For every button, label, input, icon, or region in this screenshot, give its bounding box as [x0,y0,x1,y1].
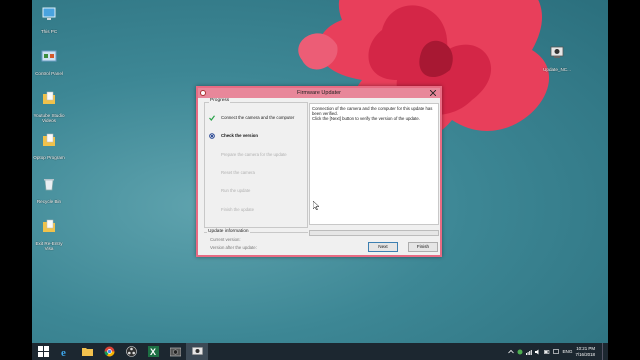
dialog-title: Firmware Updater [296,90,341,96]
desktop-icon-label: This PC [40,29,58,34]
this-pc-icon [42,7,56,20]
current-step-icon [209,133,215,139]
system-tray: ENG 10:21 PM 7/16/2018 [508,343,606,360]
taskbar-clock[interactable]: 10:21 PM 7/16/2018 [575,346,595,356]
next-button[interactable]: Next [368,242,398,252]
taskbar-file-explorer[interactable] [76,343,98,360]
action-center-icon[interactable] [553,348,560,355]
message-line: Click the [Next] button to verify the ve… [312,116,420,121]
taskbar-obs[interactable] [120,343,142,360]
updater-app-icon [550,46,564,58]
language-indicator[interactable]: ENG [562,349,572,354]
clock-date: 7/16/2018 [575,351,595,357]
clock-time: 10:21 PM [576,346,595,352]
finish-button[interactable]: Finish [408,242,438,252]
taskbar-firmware-updater[interactable] [186,343,208,360]
letterbox-left [0,0,32,360]
desktop-icon-label: Youtube Studio Videos [33,113,65,124]
obs-icon [125,346,137,357]
letterbox-right [608,0,640,360]
show-desktop-button[interactable] [602,343,606,360]
update-information-group: Update information Current version: Vers… [204,229,308,254]
step-label: Connect the camera and the computer [221,115,295,120]
battery-icon[interactable] [544,349,550,355]
taskbar-excel[interactable]: X [142,343,164,360]
desktop-icon-optop-folder[interactable]: Optop Program [32,132,66,160]
desktop-icon-label: Control Panel [35,71,63,76]
chrome-icon [104,346,114,357]
recycle-bin-icon [44,179,54,191]
network-icon[interactable] [526,349,533,355]
version-after-label: Version after the update: [210,245,257,250]
taskbar-ie[interactable]: e [54,343,76,360]
step-label: Finish the update [221,207,254,212]
update-info-title: Update information [207,229,250,234]
taskbar-camera-app[interactable] [164,343,186,360]
dialog-titlebar[interactable]: Firmware Updater [198,88,440,98]
update-progress-bar [309,230,439,236]
desktop-icon-visa-folder[interactable]: Exit Re-Entry Visa [32,218,66,252]
checkmark-icon [209,115,215,121]
folder-icon [43,91,55,104]
taskbar-chrome[interactable] [98,343,120,360]
step-label: Check the version [221,133,259,138]
step-label: Prepare the camera for the update [221,152,287,157]
tray-app-icon[interactable] [517,349,523,355]
svg-text:e: e [61,347,66,357]
excel-icon: X [147,346,159,357]
updater-app-icon [191,347,203,355]
progress-group: Progress Connect the camera and the comp… [204,98,308,228]
message-box: Connection of the camera and the compute… [309,103,439,225]
svg-text:X: X [150,347,156,357]
current-version-label: Current version: [210,237,241,242]
folder-icon [43,133,55,146]
step-label: Run the update [221,188,251,193]
desktop-icon-recycle-bin[interactable]: Recycle Bin [32,176,66,204]
start-button[interactable] [32,343,54,360]
firmware-updater-dialog: Firmware Updater Progress Connect the ca… [196,86,442,257]
internet-explorer-icon: e [61,347,66,357]
taskbar: e X ENG 10:21 PM 7/16/2018 [32,343,608,360]
windows-start-icon [37,346,49,357]
volume-icon[interactable] [535,349,541,355]
close-button[interactable] [428,88,438,98]
desktop-icon-this-pc[interactable]: This PC [32,6,66,34]
desktop-icon-label: Recycle Bin [36,199,62,204]
file-explorer-icon [81,348,93,356]
desktop-icon-updater[interactable]: Update_NC... [540,44,574,72]
desktop-icon-label: Optop Program [33,155,65,160]
folder-icon [43,219,55,232]
mouse-cursor-icon [313,201,319,210]
close-icon [429,89,437,97]
desktop-icon-label: Update_NC... [543,67,571,72]
step-label: Reset the camera [221,170,255,175]
desktop-icon-label: Exit Re-Entry Visa [35,241,63,252]
camera-app-icon [169,347,181,357]
desktop-icon-control-panel[interactable]: Control Panel [32,48,66,76]
progress-group-title: Progress [209,98,231,103]
desktop-icon-youtube-folder[interactable]: Youtube Studio Videos [32,90,66,124]
control-panel-icon [41,50,57,62]
chevron-up-icon[interactable] [508,349,515,355]
